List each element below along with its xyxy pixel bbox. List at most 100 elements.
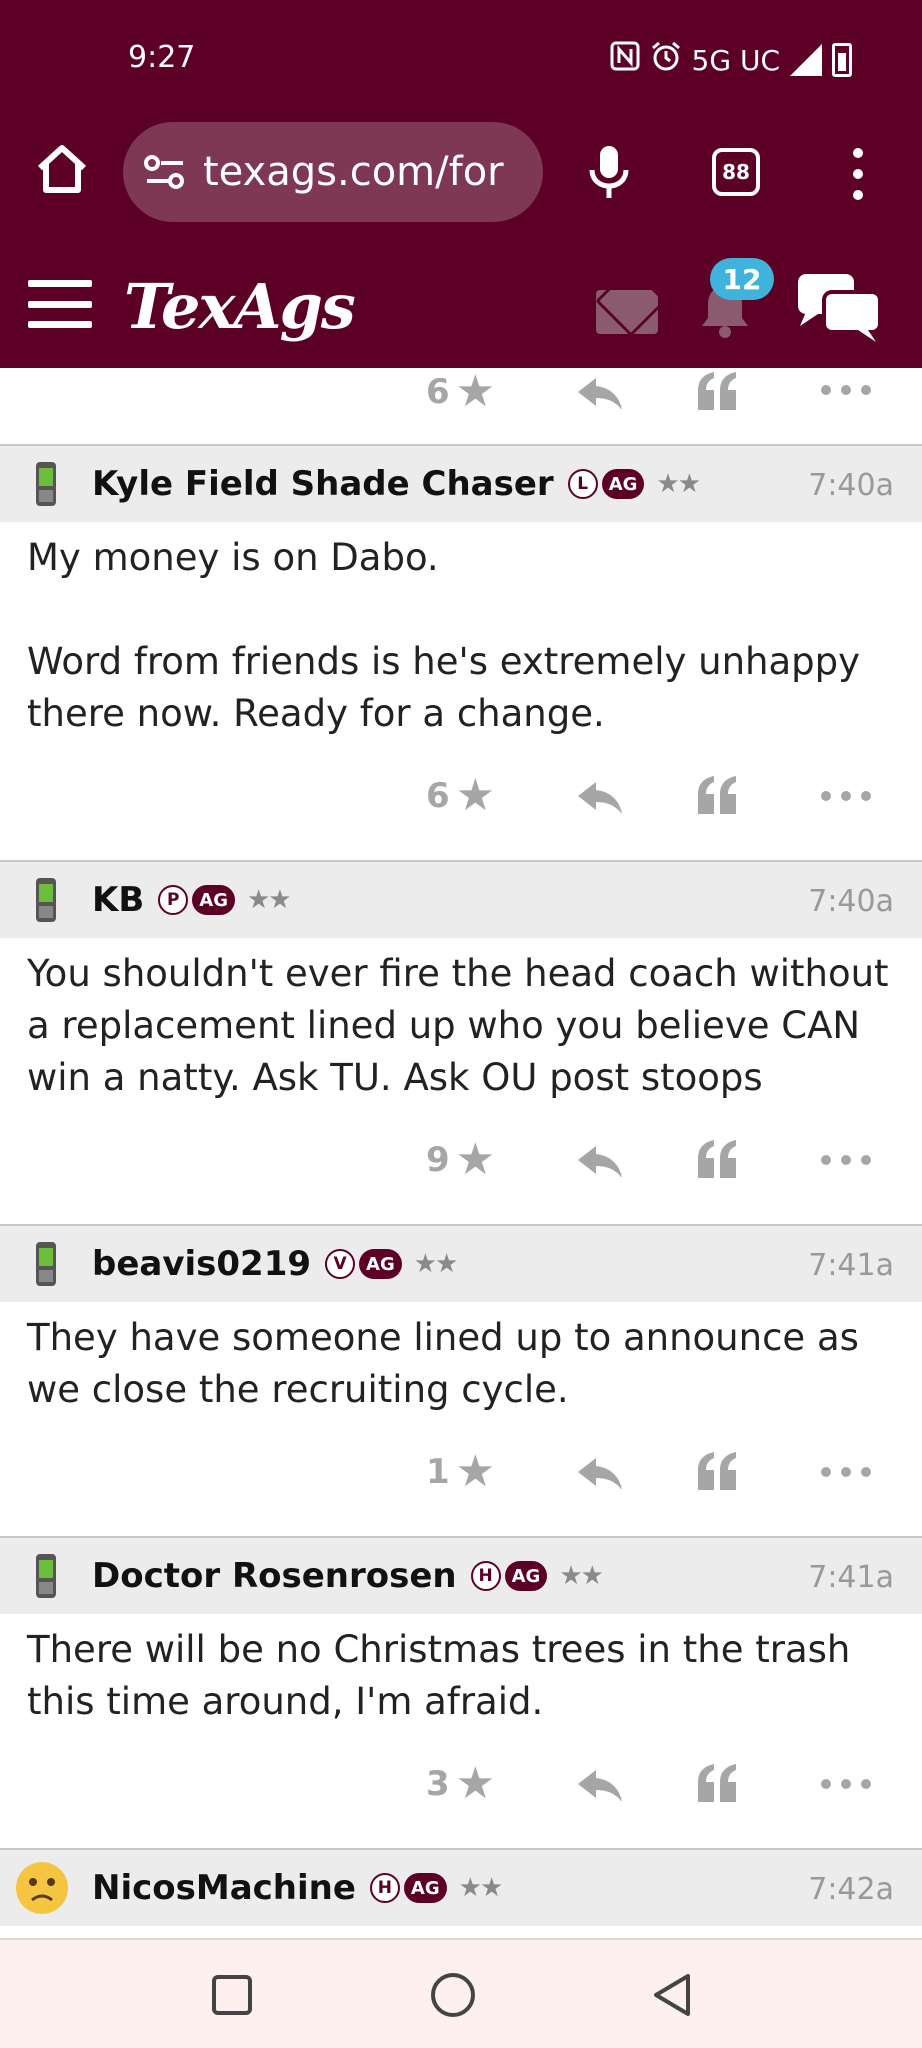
site-settings-icon[interactable]	[143, 150, 187, 194]
favorite-button[interactable]: 9 ★	[426, 1138, 495, 1182]
post-text: There will be no Christmas trees in the …	[27, 1628, 851, 1723]
system-navigation-bar	[0, 1938, 922, 2048]
post-time[interactable]: 7:41a	[808, 1560, 894, 1595]
post: Doctor Rosenrosen H AG ★★ 7:41a There wi…	[0, 1536, 922, 1848]
browser-top-bar: 9:27 5G UC texags.com/for 88 TexAgs 12	[0, 0, 922, 368]
post-actions: 1 ★	[0, 1416, 922, 1536]
mobile-phone-icon	[36, 878, 56, 922]
more-options-icon[interactable]	[820, 790, 872, 802]
post-header: KB P AG ★★ 7:40a	[0, 860, 922, 938]
post-time[interactable]: 7:40a	[808, 884, 894, 919]
reply-icon[interactable]	[576, 780, 624, 814]
recents-icon[interactable]	[212, 1975, 252, 2015]
level-badge: P	[158, 885, 189, 915]
favorite-button[interactable]: 6 ★	[426, 370, 495, 414]
quote-icon[interactable]	[696, 1452, 740, 1490]
post-body: My money is on Dabo. Word from friends i…	[0, 522, 922, 740]
battery-charging-icon	[832, 43, 852, 77]
post-header: Doctor Rosenrosen H AG ★★ 7:41a	[0, 1536, 922, 1614]
username[interactable]: NicosMachine	[92, 1868, 356, 1908]
rank-stars: ★★	[458, 1873, 504, 1903]
more-options-icon[interactable]	[820, 1466, 872, 1478]
reply-icon[interactable]	[576, 376, 624, 410]
post-body: You shouldn't ever fire the head coach w…	[0, 938, 922, 1104]
star-count: 3	[426, 1764, 450, 1804]
more-options-icon[interactable]	[820, 1778, 872, 1790]
mobile-phone-icon	[36, 1554, 56, 1598]
post-time[interactable]: 7:42a	[808, 1872, 894, 1907]
reply-icon[interactable]	[576, 1144, 624, 1178]
username[interactable]: Kyle Field Shade Chaser	[92, 464, 554, 504]
username[interactable]: beavis0219	[92, 1244, 311, 1284]
ag-badge: AG	[403, 1873, 447, 1903]
quote-icon[interactable]	[696, 1764, 740, 1802]
quote-icon[interactable]	[696, 1140, 740, 1178]
username[interactable]: KB	[92, 880, 144, 920]
post-body: There will be no Christmas trees in the …	[0, 1614, 922, 1728]
post: KB P AG ★★ 7:40a You shouldn't ever fire…	[0, 860, 922, 1224]
hamburger-menu-icon[interactable]	[28, 280, 92, 328]
partial-post-actions: 6 ★	[0, 368, 922, 444]
post: beavis0219 V AG ★★ 7:41a They have someo…	[0, 1224, 922, 1536]
post-text: Word from friends is he's extremely unha…	[27, 640, 861, 735]
chat-icon[interactable]	[796, 272, 884, 344]
browser-toolbar: texags.com/for 88	[0, 120, 922, 228]
ag-badge: AG	[504, 1561, 548, 1591]
rank-stars: ★★	[246, 885, 292, 915]
network-label: 5G UC	[691, 43, 780, 77]
star-icon: ★	[455, 1134, 496, 1185]
alarm-icon	[650, 40, 682, 80]
favorite-button[interactable]: 3 ★	[426, 1762, 495, 1806]
confused-emoji-icon	[16, 1862, 68, 1914]
favorite-button[interactable]: 6 ★	[426, 774, 495, 818]
notification-badge[interactable]: 12	[710, 258, 774, 300]
username[interactable]: Doctor Rosenrosen	[92, 1556, 457, 1596]
favorite-button[interactable]: 1 ★	[426, 1450, 495, 1494]
tab-count: 88	[722, 160, 750, 184]
thread-feed: 6 ★ Kyle Field Shade Chaser L AG ★★ 7:40…	[0, 368, 922, 1926]
star-icon: ★	[455, 770, 496, 821]
post-time[interactable]: 7:40a	[808, 468, 894, 503]
quote-icon[interactable]	[696, 776, 740, 814]
star-count: 1	[426, 1452, 450, 1492]
ag-badge: AG	[192, 885, 235, 915]
home-circle-icon[interactable]	[431, 1973, 475, 2017]
url-text[interactable]: texags.com/for	[203, 149, 504, 195]
overflow-menu-icon[interactable]	[848, 148, 868, 200]
star-icon: ★	[455, 366, 496, 417]
quote-icon[interactable]	[696, 372, 740, 410]
ag-badge: AG	[359, 1249, 402, 1279]
level-badge: V	[325, 1249, 356, 1279]
post-text: They have someone lined up to announce a…	[27, 1316, 859, 1411]
post-text: My money is on Dabo.	[27, 536, 439, 579]
level-badge: H	[470, 1561, 501, 1591]
tabs-icon[interactable]: 88	[712, 148, 760, 196]
site-header: TexAgs 12	[0, 228, 922, 368]
star-count: 9	[426, 1140, 450, 1180]
post: Kyle Field Shade Chaser L AG ★★ 7:40a My…	[0, 444, 922, 860]
status-time: 9:27	[128, 40, 196, 75]
home-icon[interactable]	[34, 140, 90, 196]
url-bar[interactable]: texags.com/for	[123, 122, 543, 222]
reply-icon[interactable]	[576, 1456, 624, 1490]
back-icon[interactable]	[652, 1972, 692, 2018]
ag-badge: AG	[601, 469, 645, 499]
mail-icon[interactable]	[596, 290, 658, 334]
star-count: 6	[426, 776, 450, 816]
level-badge: H	[369, 1873, 400, 1903]
nfc-icon	[610, 41, 640, 79]
level-badge: L	[567, 469, 598, 499]
post: NicosMachine H AG ★★ 7:42a	[0, 1848, 922, 1926]
post-actions: 6 ★	[0, 740, 922, 860]
more-options-icon[interactable]	[820, 384, 872, 396]
mic-icon[interactable]	[584, 144, 634, 200]
post-body: They have someone lined up to announce a…	[0, 1302, 922, 1416]
post-actions: 9 ★	[0, 1104, 922, 1224]
more-options-icon[interactable]	[820, 1154, 872, 1166]
reply-icon[interactable]	[576, 1768, 624, 1802]
star-icon: ★	[455, 1446, 496, 1497]
post-time[interactable]: 7:41a	[808, 1248, 894, 1283]
mobile-phone-icon	[36, 1242, 56, 1286]
site-logo[interactable]: TexAgs	[124, 270, 356, 343]
rank-stars: ★★	[559, 1561, 604, 1591]
